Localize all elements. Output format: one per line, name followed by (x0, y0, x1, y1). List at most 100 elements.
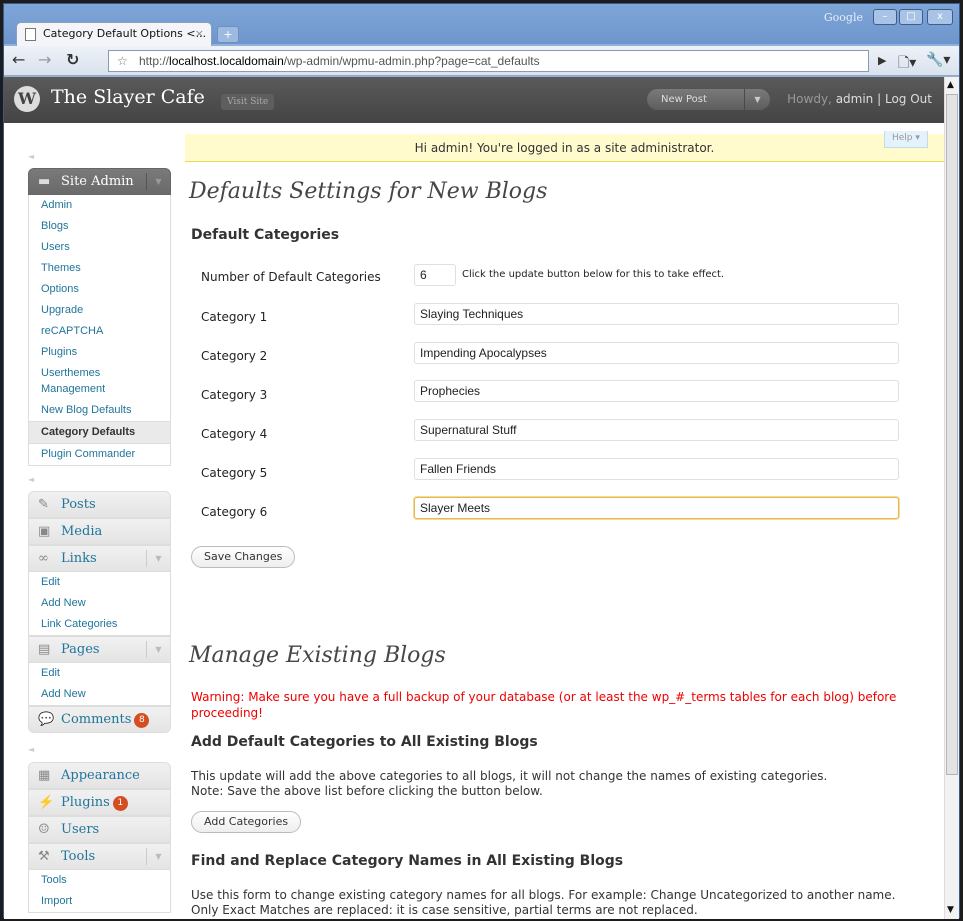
user-link[interactable]: admin (836, 92, 874, 106)
page-title: Defaults Settings for New Blogs (189, 179, 548, 204)
reload-icon[interactable]: ↻ (66, 52, 79, 68)
links-toggle-icon[interactable]: ▼ (146, 550, 170, 567)
appearance-icon: ▦ (38, 768, 51, 783)
pages-toggle-icon[interactable]: ▼ (146, 641, 170, 658)
add-categories-button[interactable]: Add Categories (191, 811, 302, 833)
sidebar-item-upgrade[interactable]: Upgrade (29, 300, 170, 321)
plugins-label: Plugins (61, 795, 110, 810)
sidebar-item-plugins[interactable]: Plugins (29, 342, 170, 363)
comments-count-badge: 8 (134, 713, 150, 728)
sidebar-item-recaptcha[interactable]: reCAPTCHA (29, 321, 170, 342)
sidebar-item-new-blog-defaults[interactable]: New Blog Defaults (29, 400, 170, 421)
go-icon[interactable]: ▶ (878, 54, 886, 67)
links-edit[interactable]: Edit (29, 572, 170, 593)
media-icon: ▣ (38, 524, 51, 539)
tools-icon: ⚒ (38, 849, 50, 864)
links-add-new[interactable]: Add New (29, 593, 170, 614)
site-name[interactable]: The Slayer Cafe (51, 86, 205, 108)
category-6-label: Category 6 (201, 505, 268, 519)
sidebar-item-themes[interactable]: Themes (29, 258, 170, 279)
tools-toggle-icon[interactable]: ▼ (146, 848, 170, 865)
maximize-button[interactable]: □ (899, 9, 923, 25)
browser-toolbar: ← → ↻ ☆ http://localhost.localdomain/wp-… (4, 46, 959, 76)
site-admin-header[interactable]: ▬ Site Admin ▼ (28, 168, 171, 195)
add-categories-note: Note: Save the above list before clickin… (191, 784, 543, 798)
tools-tools[interactable]: Tools (29, 870, 170, 891)
sidebar-item-plugin-commander[interactable]: Plugin Commander (29, 444, 170, 465)
pages-edit[interactable]: Edit (29, 663, 170, 684)
category-5-input[interactable]: Fallen Friends (414, 458, 899, 480)
sidebar-item-users[interactable]: Users (29, 237, 170, 258)
back-icon[interactable]: ← (12, 52, 25, 68)
category-5-label: Category 5 (201, 466, 268, 480)
find-replace-desc: Use this form to change existing categor… (191, 888, 896, 902)
sidebar-item-admin[interactable]: Admin (29, 195, 170, 216)
address-bar[interactable]: ☆ http://localhost.localdomain/wp-admin/… (108, 50, 869, 72)
media-menu[interactable]: ▣ Media (28, 518, 171, 545)
site-admin-icon: ▬ (38, 174, 51, 189)
sidebar-item-userthemes[interactable]: Userthemes Management (29, 363, 129, 400)
category-3-input[interactable]: Prophecies (414, 380, 899, 402)
pages-label: Pages (61, 642, 100, 657)
page-menu-icon[interactable]: 🗋▾ (898, 52, 916, 76)
find-replace-note: Only Exact Matches are replaced: it is c… (191, 903, 698, 917)
sidebar-item-blogs[interactable]: Blogs (29, 216, 170, 237)
tools-submenu: Tools Import (28, 870, 171, 913)
new-tab-button[interactable]: + (217, 26, 239, 43)
site-admin-label: Site Admin (61, 174, 134, 189)
howdy-text: Howdy, (787, 92, 832, 106)
minimize-button[interactable]: – (873, 9, 897, 25)
browser-tab[interactable]: Category Default Options <... × (16, 22, 212, 46)
category-1-input[interactable]: Slaying Techniques (414, 303, 899, 325)
site-admin-toggle-icon[interactable]: ▼ (146, 173, 170, 190)
pages-submenu: Edit Add New (28, 663, 171, 706)
comments-icon: 💬 (38, 712, 55, 727)
tools-import[interactable]: Import (29, 891, 170, 912)
collapse-menu-icon[interactable]: ◄ (28, 152, 171, 162)
scrollbar-thumb[interactable] (946, 94, 958, 775)
scroll-down-icon[interactable]: ▼ (947, 905, 954, 915)
comments-menu[interactable]: 💬 Comments 8 (28, 706, 171, 733)
category-4-label: Category 4 (201, 427, 268, 441)
bookmark-star-icon[interactable]: ☆ (117, 51, 128, 71)
plugins-menu[interactable]: ⚡ Plugins 1 (28, 789, 171, 816)
title-bar: Category Default Options <... × + Google… (4, 4, 959, 46)
links-submenu: Edit Add New Link Categories (28, 572, 171, 636)
users-menu[interactable]: ☺ Users (28, 816, 171, 843)
wp-header: W The Slayer Cafe Visit Site New Post ▼ … (4, 77, 944, 123)
howdy-area: Howdy, admin | Log Out (787, 92, 932, 106)
new-post-dropdown-icon[interactable]: ▼ (744, 89, 770, 110)
category-1-label: Category 1 (201, 310, 268, 324)
forward-icon[interactable]: → (38, 52, 51, 68)
save-changes-button[interactable]: Save Changes (191, 546, 296, 568)
close-window-button[interactable]: x (927, 9, 953, 25)
wrench-icon[interactable]: 🔧▾ (926, 52, 950, 68)
wordpress-logo-icon[interactable]: W (14, 86, 40, 112)
posts-label: Posts (61, 497, 96, 512)
posts-menu[interactable]: ✎ Posts (28, 491, 171, 518)
media-label: Media (61, 524, 103, 539)
num-categories-label: Number of Default Categories (201, 270, 381, 284)
close-tab-icon[interactable]: × (195, 27, 204, 40)
menu-site-admin: ▬ Site Admin ▼ Admin Blogs Users Themes … (28, 168, 171, 466)
logout-link[interactable]: Log Out (885, 92, 932, 106)
sidebar-item-category-defaults[interactable]: Category Defaults (29, 421, 170, 444)
appearance-menu[interactable]: ▦ Appearance (28, 762, 171, 789)
links-menu[interactable]: ∞ Links ▼ (28, 545, 171, 572)
help-button[interactable]: Help ▾ (884, 131, 928, 148)
category-4-input[interactable]: Supernatural Stuff (414, 419, 899, 441)
users-label: Users (61, 822, 100, 837)
num-categories-input[interactable]: 6 (414, 264, 456, 286)
category-2-input[interactable]: Impending Apocalypses (414, 342, 899, 364)
scroll-up-icon[interactable]: ▲ (947, 80, 954, 90)
pages-add-new[interactable]: Add New (29, 684, 170, 705)
vertical-scrollbar[interactable]: ▲ ▼ (944, 77, 959, 919)
manage-blogs-title: Manage Existing Blogs (189, 643, 446, 668)
new-post-button[interactable]: New Post ▼ (647, 89, 770, 110)
category-6-input[interactable]: Slayer Meets (414, 497, 899, 519)
links-categories[interactable]: Link Categories (29, 614, 170, 635)
visit-site-button[interactable]: Visit Site (221, 94, 275, 110)
sidebar-item-options[interactable]: Options (29, 279, 170, 300)
pages-menu[interactable]: ▤ Pages ▼ (28, 636, 171, 663)
tools-menu[interactable]: ⚒ Tools ▼ (28, 843, 171, 870)
